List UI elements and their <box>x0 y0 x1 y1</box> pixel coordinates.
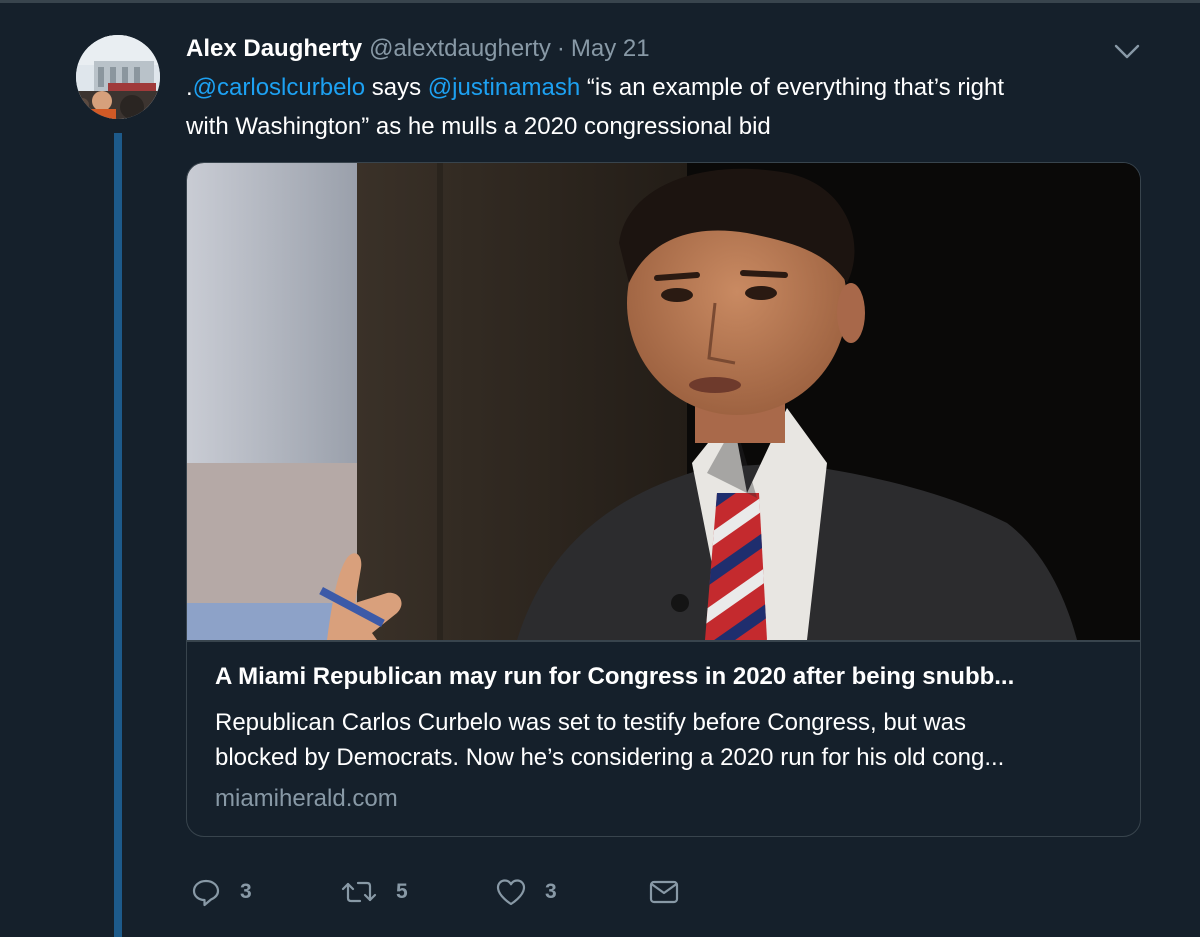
card-description-line-1: Republican Carlos Curbelo was set to tes… <box>215 709 967 736</box>
top-divider <box>0 0 1200 3</box>
mention-carloslcurbelo[interactable]: @carloslcurbelo <box>193 74 365 101</box>
header-separator: · <box>556 35 565 62</box>
avatar[interactable] <box>76 35 160 119</box>
like-count: 3 <box>545 880 557 903</box>
user-handle[interactable]: @alextdaugherty <box>369 35 551 63</box>
heart-icon <box>495 876 527 908</box>
card-domain: miamiherald.com <box>215 785 398 812</box>
direct-message-button[interactable] <box>648 870 680 914</box>
mention-justinamash[interactable]: @justinamash <box>428 74 580 101</box>
tweet-page: Alex Daugherty @alextdaugherty · May 21 … <box>0 0 1200 937</box>
tweet-header: Alex Daugherty @alextdaugherty · May 21 <box>186 32 650 66</box>
display-name[interactable]: Alex Daugherty <box>186 35 362 63</box>
card-title[interactable]: A Miami Republican may run for Congress … <box>215 663 1120 691</box>
reply-icon <box>190 876 222 908</box>
envelope-icon <box>648 876 680 908</box>
tweet-text-line-1: .@carloslcurbelo says @justinamash “is a… <box>186 68 1126 107</box>
thread-connector-line <box>114 133 122 937</box>
like-button[interactable]: 3 <box>495 870 557 914</box>
retweet-count: 5 <box>396 880 408 903</box>
retweet-icon <box>340 876 378 908</box>
reply-count: 3 <box>240 880 252 903</box>
reply-button[interactable]: 3 <box>190 870 252 914</box>
tweet-date[interactable]: May 21 <box>571 35 650 63</box>
tweet-text-middle: says <box>365 74 428 101</box>
tweet-actions: 3 5 3 <box>186 870 786 914</box>
card-description: Republican Carlos Curbelo was set to tes… <box>215 705 1120 775</box>
card-description-line-2: blocked by Democrats. Now he’s consideri… <box>215 744 1005 771</box>
tweet-text-line-2: with Washington” as he mulls a 2020 cong… <box>186 113 771 140</box>
card-divider <box>187 640 1140 642</box>
card-image[interactable] <box>187 163 1140 640</box>
retweet-button[interactable]: 5 <box>340 870 408 914</box>
tweet-text-prefix: . <box>186 74 193 101</box>
tweet-text: .@carloslcurbelo says @justinamash “is a… <box>186 68 1126 146</box>
tweet-text-line1-rest: “is an example of everything that’s righ… <box>580 74 1005 101</box>
link-preview-card[interactable]: A Miami Republican may run for Congress … <box>186 162 1141 837</box>
chevron-down-icon[interactable] <box>1110 36 1144 66</box>
